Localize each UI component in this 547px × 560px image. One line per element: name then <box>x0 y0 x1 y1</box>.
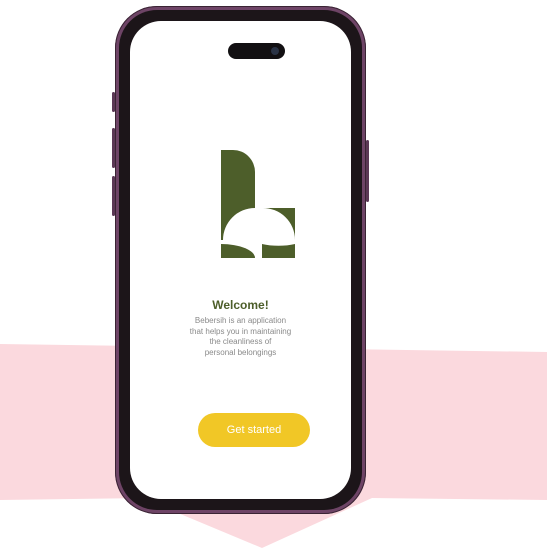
description-line: the cleanliness of <box>209 337 272 346</box>
phone-bezel: Welcome! Bebersih is an application that… <box>119 10 362 510</box>
volume-down-button <box>112 176 115 216</box>
volume-up-button <box>112 128 115 168</box>
front-camera-icon <box>271 47 279 55</box>
get-started-button[interactable]: Get started <box>198 413 310 447</box>
welcome-screen: Welcome! Bebersih is an application that… <box>130 21 351 499</box>
description-line: that helps you in maintaining <box>189 326 292 336</box>
welcome-title: Welcome! <box>212 298 269 312</box>
description-line: Bebersih is an application <box>194 316 287 325</box>
welcome-description: Bebersih is an application that helps yo… <box>182 316 299 358</box>
description-line: personal belongings <box>204 347 277 357</box>
phone-mockup: Welcome! Bebersih is an application that… <box>112 6 369 514</box>
bebersih-logo-icon <box>221 150 295 258</box>
dynamic-island <box>228 43 285 59</box>
action-button <box>112 92 115 112</box>
power-button <box>366 140 369 202</box>
